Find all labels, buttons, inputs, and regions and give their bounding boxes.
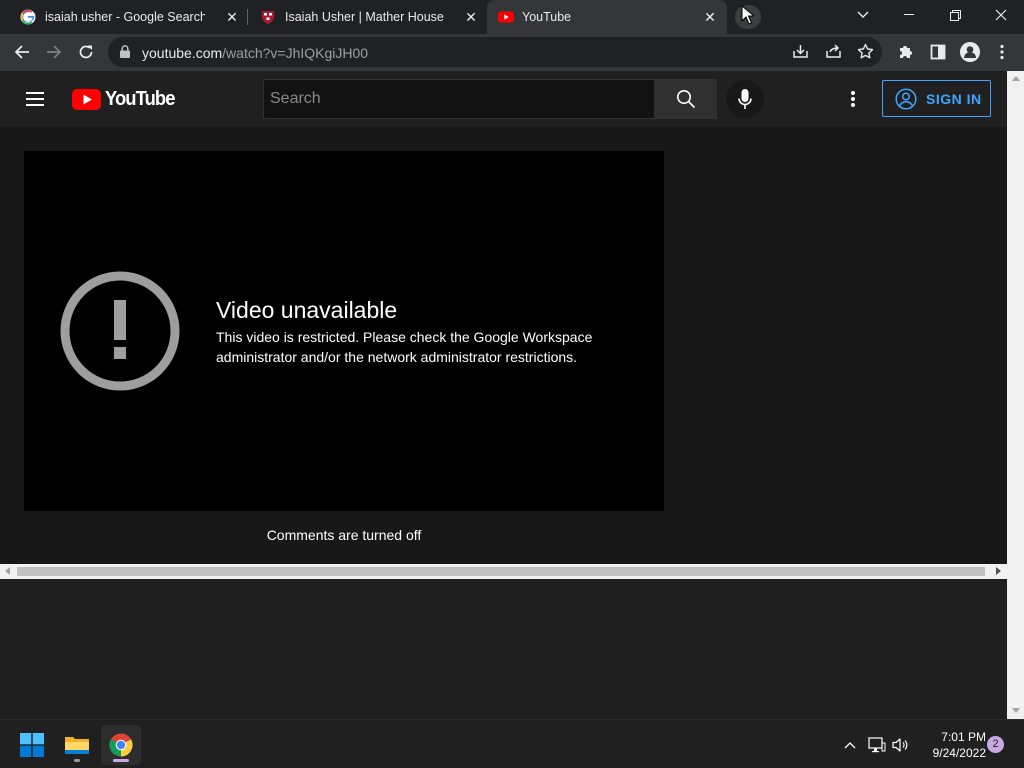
google-icon — [20, 9, 36, 25]
install-app-icon[interactable] — [792, 43, 809, 65]
chrome-icon — [109, 733, 133, 757]
tab-google-search[interactable]: isaiah usher - Google Search ✕ — [8, 0, 246, 34]
scrollbar-thumb[interactable] — [17, 567, 985, 576]
side-panel-icon — [930, 44, 946, 60]
reload-button[interactable] — [72, 38, 100, 66]
url-host: youtube.com — [142, 45, 223, 61]
minimize-icon — [904, 14, 914, 15]
search-input[interactable] — [264, 80, 654, 118]
lock-icon[interactable] — [120, 45, 130, 63]
chevron-up-icon — [844, 742, 856, 749]
voice-search-button[interactable] — [726, 80, 764, 118]
scroll-left-arrow-icon[interactable] — [5, 567, 10, 575]
tab-title: Isaiah Usher | Mather House — [285, 10, 444, 24]
folder-icon — [65, 737, 89, 754]
taskbar-file-explorer[interactable] — [57, 725, 97, 765]
windows-taskbar: 7:01 PM 9/24/2022 2 — [0, 719, 1024, 768]
youtube-header: YouTube SIGN IN — [0, 71, 1007, 127]
active-indicator — [113, 759, 129, 762]
restore-button[interactable] — [932, 0, 978, 30]
error-message: This video is restricted. Please check t… — [216, 329, 593, 365]
scroll-down-arrow-icon[interactable] — [1012, 708, 1020, 713]
start-button[interactable] — [12, 725, 52, 765]
account-circle-icon — [895, 87, 917, 110]
kebab-menu-icon — [851, 91, 855, 107]
kebab-menu-icon — [1000, 44, 1004, 60]
sign-in-button[interactable]: SIGN IN — [882, 80, 991, 117]
minimize-button[interactable] — [886, 0, 932, 30]
horizontal-scrollbar[interactable] — [0, 564, 1007, 579]
chrome-menu-button[interactable] — [988, 38, 1016, 66]
search-box[interactable] — [263, 79, 655, 119]
exclamation-circle-icon — [60, 271, 180, 391]
tab-youtube[interactable]: YouTube ✕ — [487, 0, 727, 34]
address-bar[interactable]: youtube.com/watch?v=JhIQKgiJH00 — [108, 37, 882, 67]
profile-avatar-icon — [960, 42, 980, 62]
share-icon[interactable] — [825, 43, 842, 65]
page-empty-area — [0, 579, 1007, 719]
sign-in-label: SIGN IN — [926, 90, 982, 107]
microphone-icon — [738, 88, 752, 109]
comments-status: Comments are turned off — [266, 527, 422, 543]
show-hidden-icons-button[interactable] — [841, 736, 859, 754]
extensions-button[interactable] — [892, 38, 920, 66]
clock-time: 7:01 PM — [941, 730, 986, 744]
running-indicator — [74, 759, 80, 762]
browser-toolbar: youtube.com/watch?v=JhIQKgiJH00 — [0, 34, 1024, 71]
youtube-icon — [498, 9, 514, 25]
clock-date: 9/24/2022 — [932, 746, 986, 760]
settings-menu-button[interactable] — [840, 87, 866, 111]
tab-title: YouTube — [522, 10, 572, 24]
scroll-up-arrow-icon[interactable] — [1012, 76, 1020, 81]
hamburger-menu-icon[interactable] — [24, 89, 48, 109]
tab-search-button[interactable] — [840, 0, 886, 30]
url-text: youtube.com/watch?v=JhIQKgiJH00 — [142, 45, 368, 61]
close-tab-icon[interactable]: ✕ — [462, 8, 480, 26]
tab-mather-house[interactable]: Isaiah Usher | Mather House ✕ — [248, 0, 486, 34]
network-icon[interactable] — [868, 736, 886, 754]
close-tab-icon[interactable]: ✕ — [223, 8, 241, 26]
arrow-right-icon — [47, 45, 62, 59]
url-path: /watch?v=JhIQKgiJH00 — [222, 45, 369, 61]
vertical-scrollbar[interactable] — [1007, 71, 1024, 719]
video-player[interactable]: Video unavailable This video is restrict… — [24, 151, 664, 511]
close-window-button[interactable] — [978, 0, 1024, 30]
web-page: YouTube SIGN IN Video unavailable This v… — [0, 71, 1007, 564]
forward-button[interactable] — [40, 38, 68, 66]
search-button[interactable] — [655, 79, 717, 119]
search-icon — [677, 90, 696, 109]
bookmark-star-icon[interactable] — [857, 43, 874, 65]
volume-icon[interactable] — [892, 736, 910, 754]
tab-strip: isaiah usher - Google Search ✕ Isaiah Us… — [0, 0, 1024, 34]
harvard-shield-icon — [260, 9, 276, 25]
youtube-logo-icon — [72, 88, 101, 110]
mouse-cursor-icon — [741, 5, 754, 25]
side-panel-button[interactable] — [924, 38, 952, 66]
scroll-right-arrow-icon[interactable] — [996, 567, 1001, 575]
notification-badge[interactable]: 2 — [987, 736, 1004, 753]
youtube-logo[interactable]: YouTube — [72, 87, 181, 111]
puzzle-icon — [900, 46, 912, 58]
restore-icon — [949, 9, 961, 21]
arrow-left-icon — [14, 45, 29, 59]
tab-title: isaiah usher - Google Search — [45, 10, 205, 24]
profile-button[interactable] — [956, 38, 984, 66]
close-icon — [995, 9, 1007, 21]
chevron-down-icon — [857, 11, 869, 18]
youtube-wordmark: YouTube — [105, 87, 175, 110]
reload-icon — [79, 45, 93, 59]
close-tab-icon[interactable]: ✕ — [701, 8, 719, 26]
system-clock[interactable]: 7:01 PM 9/24/2022 — [920, 729, 986, 761]
back-button[interactable] — [8, 38, 36, 66]
error-title: Video unavailable — [216, 297, 398, 323]
taskbar-chrome[interactable] — [101, 725, 141, 765]
windows-start-icon — [20, 733, 44, 757]
